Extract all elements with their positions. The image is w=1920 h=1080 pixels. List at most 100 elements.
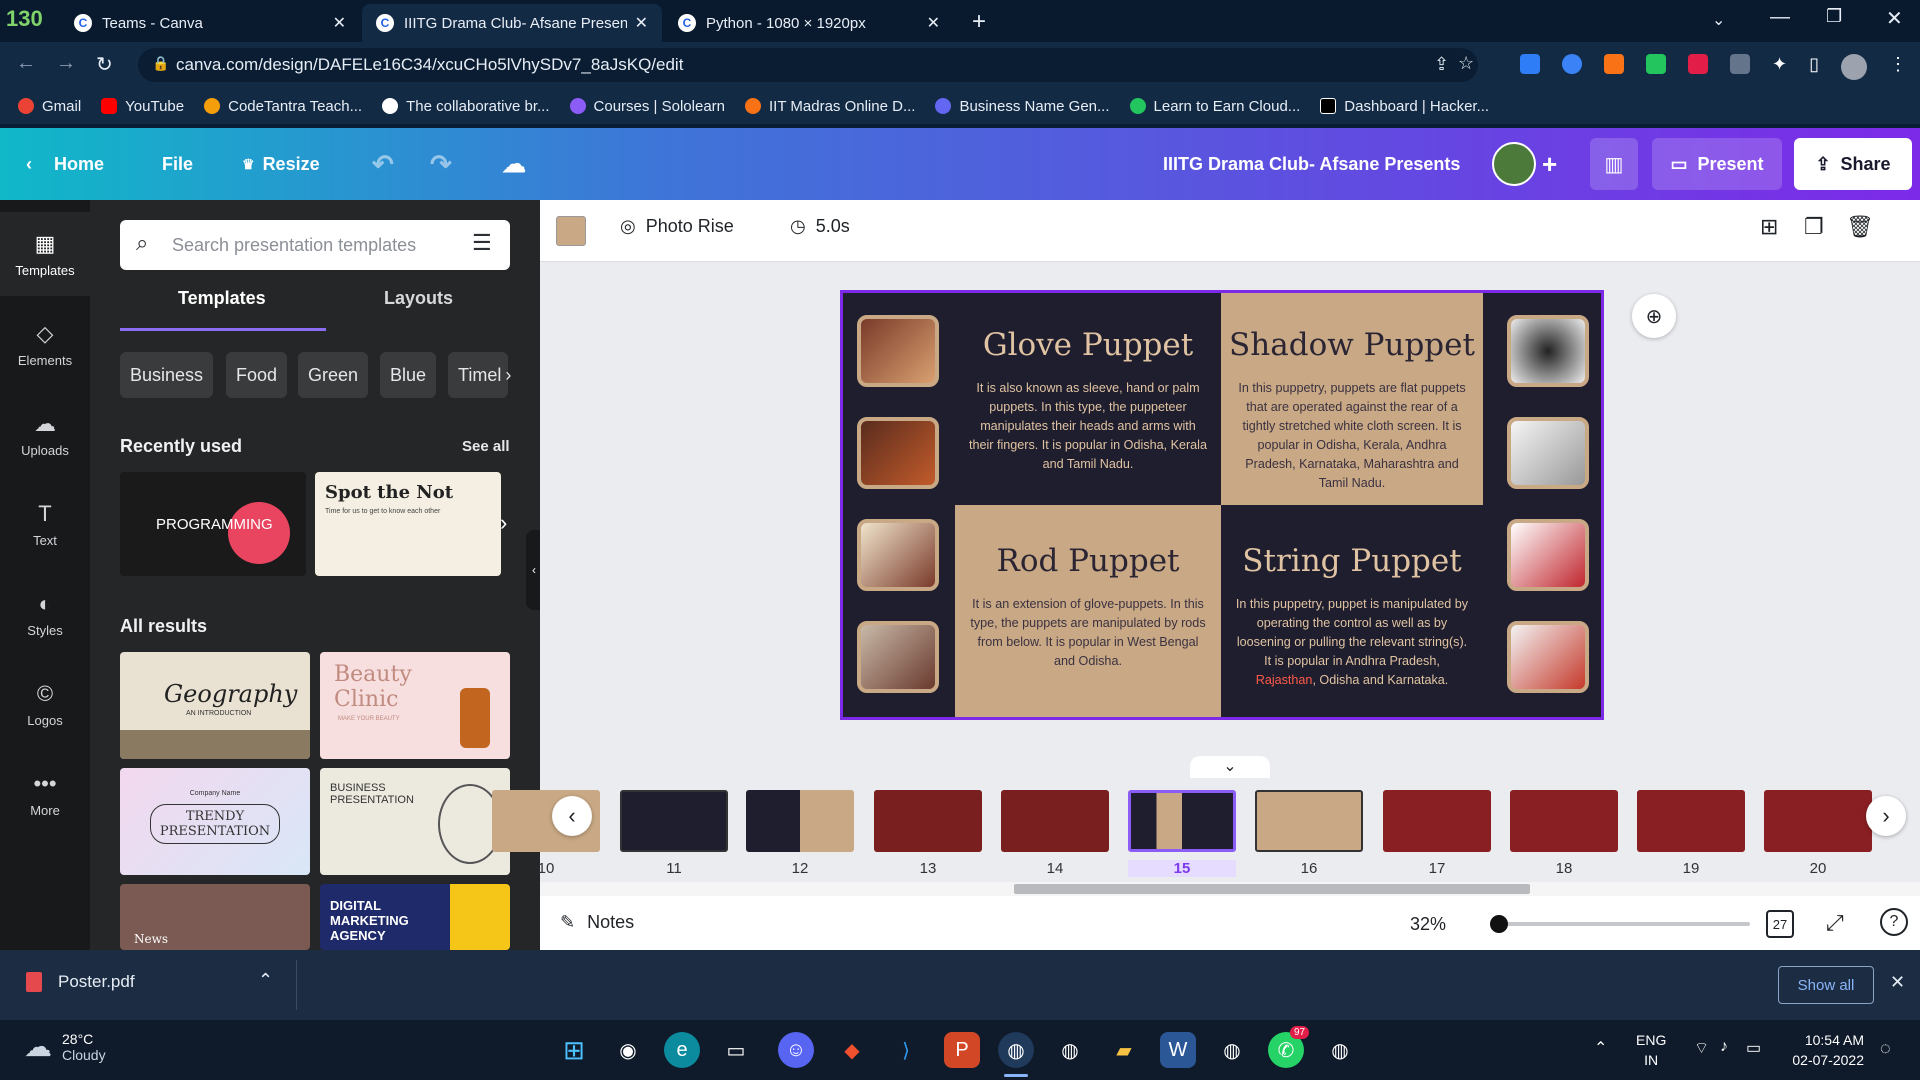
sidepanel-icon[interactable]: ▯ [1809, 54, 1819, 80]
puppet-photo-7[interactable] [1507, 519, 1589, 591]
template-thumb-digital-marketing[interactable]: DIGITAL MARKETING AGENCY [320, 884, 510, 950]
page-thumb-15[interactable] [1128, 790, 1236, 852]
slide-canvas[interactable]: Glove Puppet It is also known as sleeve,… [840, 290, 1604, 720]
bookmark-codetantra[interactable]: CodeTantra Teach... [204, 98, 362, 115]
puppet-photo-6[interactable] [1507, 417, 1589, 489]
duration-button[interactable]: ◷ 5.0s [790, 216, 850, 237]
help-icon[interactable]: ? [1880, 908, 1908, 936]
close-icon[interactable]: ✕ [927, 13, 940, 33]
chrome-profile-icon[interactable]: ◍ [1322, 1032, 1358, 1068]
template-thumb-business[interactable]: BUSINESS PRESENTATION [320, 768, 510, 875]
chevron-up-icon[interactable]: ⌃ [258, 970, 273, 991]
puppet-photo-5[interactable] [1507, 315, 1589, 387]
battery-icon[interactable]: ▭ [1746, 1038, 1761, 1058]
bookmark-hackerrank[interactable]: Dashboard | Hacker... [1320, 98, 1489, 115]
close-window-button[interactable]: ✕ [1886, 6, 1903, 31]
add-collaborator-icon[interactable]: + [1542, 128, 1557, 200]
zoom-slider[interactable] [1490, 915, 1750, 933]
design-title[interactable]: IIITG Drama Club- Afsane Presents [1163, 128, 1460, 200]
zoom-percentage[interactable]: 32% [1410, 914, 1446, 935]
avatar[interactable] [1492, 142, 1536, 186]
puzzle-icon[interactable]: ✦ [1772, 54, 1787, 80]
template-thumb-news[interactable]: News [120, 884, 310, 950]
add-page-icon[interactable]: ⊞ [1760, 214, 1778, 240]
filmstrip-next-button[interactable]: › [1866, 796, 1906, 836]
page-thumb-18[interactable] [1510, 790, 1618, 852]
file-menu[interactable]: File [162, 128, 193, 200]
rail-styles[interactable]: ◐ Styles [0, 572, 90, 656]
bookmark-gmail[interactable]: Gmail [18, 98, 81, 115]
extension-icon[interactable] [1520, 54, 1540, 74]
rail-templates[interactable]: ▦ Templates [0, 212, 90, 296]
chevron-up-icon[interactable]: ⌃ [1594, 1038, 1607, 1058]
glove-puppet-panel[interactable]: Glove Puppet It is also known as sleeve,… [955, 293, 1221, 505]
show-all-button[interactable]: Show all [1778, 966, 1874, 1004]
download-item[interactable]: Poster.pdf [26, 972, 135, 992]
home-button[interactable]: ‹ Home [26, 128, 104, 200]
filmstrip-prev-button[interactable]: ‹ [552, 796, 592, 836]
tab-teams-canva[interactable]: C Teams - Canva ✕ [60, 4, 360, 42]
rail-more[interactable]: ••• More [0, 752, 90, 836]
close-icon[interactable]: ✕ [333, 13, 346, 33]
page-thumb-11[interactable] [620, 790, 728, 852]
weather-widget[interactable]: ☁ 28°C Cloudy [24, 1030, 106, 1063]
extension-icon[interactable] [1688, 54, 1708, 74]
present-button[interactable]: ▭ Present [1652, 138, 1782, 190]
chip-blue[interactable]: Blue [380, 352, 437, 398]
page-thumb-13[interactable] [874, 790, 982, 852]
chevron-right-icon[interactable]: › [505, 365, 511, 386]
panel-collapse-handle[interactable]: ‹ [526, 530, 540, 610]
collapse-pages-chevron-icon[interactable]: ⌄ [1190, 756, 1270, 778]
chip-timeline[interactable]: Timel › [448, 352, 511, 398]
monitor-icon[interactable]: ▭ [718, 1032, 754, 1068]
rail-uploads[interactable]: ☁ Uploads [0, 392, 90, 476]
extension-icon[interactable] [1562, 54, 1582, 74]
minimize-button[interactable]: — [1770, 6, 1790, 29]
chrome-profile-icon[interactable]: ◍ [1052, 1032, 1088, 1068]
tab-search-chevron-icon[interactable]: ⌄ [1712, 10, 1725, 30]
redo-icon[interactable]: ↷ [430, 128, 452, 200]
chip-business[interactable]: Business [120, 352, 214, 398]
duplicate-page-icon[interactable]: ❐ [1804, 214, 1824, 240]
notification-icon[interactable]: ◌ [1880, 1038, 1891, 1059]
close-icon[interactable]: ✕ [635, 13, 648, 33]
template-thumb-spot-the-not[interactable]: Spot the Not Time for us to get to know … [315, 472, 501, 576]
chip-green[interactable]: Green [298, 352, 369, 398]
url-field[interactable]: 🔒 canva.com/design/DAFELe16C34/xcuCHo5lV… [138, 48, 1478, 82]
page-thumb-16[interactable] [1255, 790, 1363, 852]
bookmark-star-icon[interactable]: ☆ [1458, 53, 1474, 74]
horizontal-scrollbar[interactable] [540, 882, 1920, 896]
whatsapp-icon[interactable]: ✆ 97 [1268, 1026, 1310, 1068]
page-thumb-14[interactable] [1001, 790, 1109, 852]
share-button[interactable]: ⇪ Share [1794, 138, 1912, 190]
rail-elements[interactable]: ◇ Elements [0, 302, 90, 386]
delete-page-icon[interactable]: 🗑 [1846, 214, 1874, 240]
bookmark-learn-to-earn[interactable]: Learn to Earn Cloud... [1129, 98, 1300, 115]
bookmark-iit-madras[interactable]: IIT Madras Online D... [745, 98, 915, 115]
powerpoint-icon[interactable]: P [944, 1032, 980, 1068]
template-thumb-programming[interactable]: PROGRAMMING [120, 472, 306, 576]
scrollbar-thumb[interactable] [1014, 884, 1530, 894]
back-arrow-icon[interactable]: ← [16, 52, 36, 75]
word-icon[interactable]: W [1160, 1032, 1196, 1068]
tab-layouts[interactable]: Layouts [384, 288, 453, 309]
tab-python[interactable]: C Python - 1080 × 1920px ✕ [664, 4, 954, 42]
template-thumb-beauty-clinic[interactable]: Beauty Clinic MAKE YOUR BEAUTY [320, 652, 510, 759]
forward-arrow-icon[interactable]: → [56, 52, 76, 75]
color-swatch[interactable] [556, 216, 586, 246]
close-download-bar-icon[interactable]: ✕ [1890, 972, 1905, 993]
undo-icon[interactable]: ↶ [372, 128, 394, 200]
animation-button[interactable]: ◎ Photo Rise [620, 216, 734, 237]
chevron-right-icon[interactable]: › [500, 510, 507, 536]
puppet-photo-4[interactable] [857, 621, 939, 693]
rail-text[interactable]: T Text [0, 482, 90, 566]
chrome-icon[interactable]: ◍ [998, 1032, 1034, 1068]
tab-templates[interactable]: Templates [178, 288, 266, 309]
rod-puppet-panel[interactable]: Rod Puppet It is an extension of glove-p… [955, 505, 1221, 717]
discord-icon[interactable]: ☺ [778, 1032, 814, 1068]
template-thumb-trendy[interactable]: Company Name TRENDY PRESENTATION [120, 768, 310, 875]
windows-start-icon[interactable]: ⊞ [556, 1032, 592, 1068]
new-tab-button[interactable]: + [972, 8, 986, 36]
template-thumb-geography[interactable]: Geography AN INTRODUCTION [120, 652, 310, 759]
chrome-profile-icon[interactable]: ◍ [1214, 1032, 1250, 1068]
